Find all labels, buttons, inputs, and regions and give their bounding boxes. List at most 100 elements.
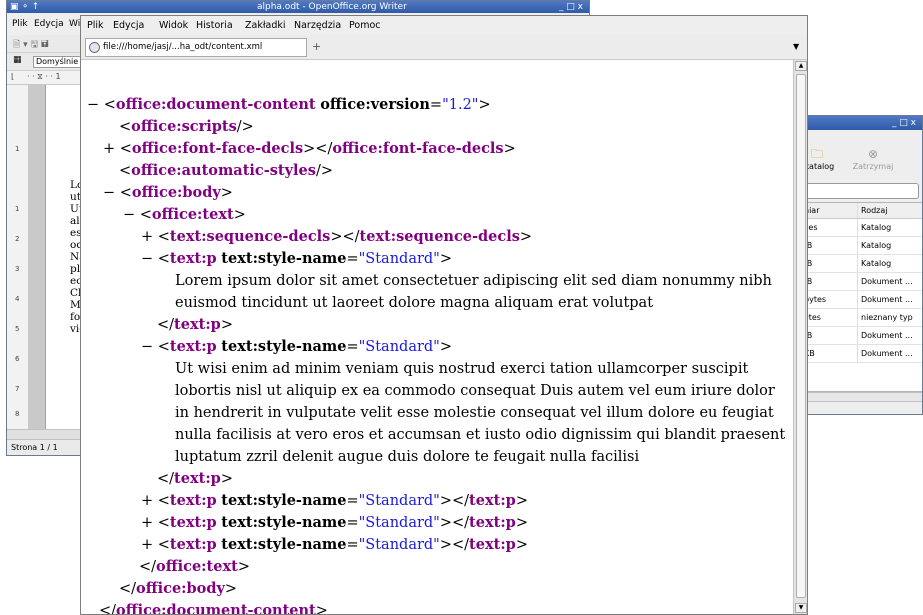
table-row[interactable]: KB Dokument ... [802, 345, 922, 363]
ruler-tick: 1 [15, 145, 20, 153]
attr-name: office:version [320, 96, 430, 113]
collapse-toggle[interactable]: − [141, 339, 153, 355]
xml-text-content: nulla facilisis at vero eros et accumsan… [175, 427, 786, 443]
ruler-tick: 2 [15, 235, 20, 243]
attr-value: "Standard" [358, 251, 440, 267]
filemgr-titlebar[interactable]: _ □ x [789, 116, 922, 130]
tag-name: text:p [469, 514, 516, 531]
attr-name: text:style-name [221, 250, 347, 267]
xml-line-document-content: − <office:document-content office:versio… [87, 96, 491, 113]
menu-pomoc[interactable]: Pomoc [349, 16, 381, 35]
scroll-up-icon[interactable]: ▲ [795, 61, 807, 71]
cell-size: bytes [804, 295, 827, 304]
menu-plik[interactable]: Plik [12, 13, 28, 35]
tab-content-xml[interactable]: file:///home/jasj/...ha_odt/content.xml [85, 38, 307, 57]
paragraph-style-select[interactable]: Domyślnie [33, 56, 81, 68]
attr-name: text:style-name [221, 492, 347, 509]
xml-text-content: lobortis nisl ut aliquip ex ea commodo c… [175, 383, 775, 399]
xml-line-font-face-decls: + <office:font-face-decls></office:font-… [103, 140, 516, 157]
tag-name: office:automatic-styles [131, 162, 316, 179]
attr-value: "Standard" [358, 537, 440, 553]
location-input[interactable] [803, 183, 919, 199]
xml-line-text: − <office:text> [123, 206, 246, 223]
cell-type: Dokument ... [857, 291, 922, 308]
new-tab-icon[interactable]: + [312, 40, 321, 53]
menu-widok[interactable]: Widok [159, 16, 188, 35]
attr-value: "1.2" [442, 97, 479, 113]
collapse-toggle[interactable]: − [141, 251, 153, 267]
menu-plik[interactable]: Plik [87, 16, 104, 35]
tag-name: text:p [169, 250, 217, 267]
tag-name: text:sequence-decls [359, 228, 520, 245]
xml-line-collapsed-p: + <text:p text:style-name="Standard"></t… [141, 492, 528, 509]
table-row[interactable]: :B Katalog [802, 237, 922, 255]
tag-name: office:body [131, 184, 221, 201]
tab-list-dropdown-icon[interactable]: ▼ [793, 42, 799, 51]
file-table: niar Rodzaj ces Katalog :B Katalog :B Katal… [801, 202, 922, 392]
xml-line-close-text: </office:text> [139, 558, 250, 575]
browser-window: Plik Edycja Widok Historia Zakładki Narz… [80, 15, 808, 615]
expand-toggle[interactable]: + [141, 537, 153, 553]
cell-size: :B [804, 277, 813, 286]
table-row[interactable]: :B Dokument ... [802, 273, 922, 291]
tag-name: office:font-face-decls [131, 140, 304, 157]
tag-name: office:font-face-decls [332, 140, 504, 157]
xml-text-content: Lorem ipsum dolor sit amet consectetuer … [175, 273, 772, 289]
tab-label: file:///home/jasj/...ha_odt/content.xml [103, 42, 263, 52]
xml-line-text-p: − <text:p text:style-name="Standard"> [141, 250, 453, 267]
cell-type: Dokument ... [857, 345, 922, 362]
table-row[interactable]: ytes nieznany typ [802, 309, 922, 327]
window-controls[interactable]: _ □ x [559, 1, 583, 13]
menu-narzedzia[interactable]: Narzędzia [294, 16, 341, 35]
cell-size: :B [804, 331, 813, 340]
xml-line-sequence-decls: + <text:sequence-decls></text:sequence-d… [141, 228, 533, 245]
xml-line-scripts: <office:scripts/> [119, 118, 254, 135]
new-document-icon[interactable]: 🗎 ▾ 🖫 🖬 [13, 37, 49, 53]
table-row[interactable]: ces Katalog [802, 219, 922, 237]
menu-zakladki[interactable]: Zakładki [245, 16, 286, 35]
expand-toggle[interactable]: + [103, 141, 115, 157]
cell-type: Katalog [857, 219, 922, 236]
stop-label: Zatrzymaj [852, 162, 894, 171]
tag-name: office:text [151, 206, 234, 223]
table-header: niar Rodzaj [802, 203, 922, 219]
collapse-toggle[interactable]: − [123, 207, 135, 223]
menu-edycja[interactable]: Edycja [34, 13, 64, 35]
collapse-toggle[interactable]: − [87, 97, 99, 113]
column-type[interactable]: Rodzaj [857, 203, 922, 218]
scrollbar-thumb[interactable] [796, 74, 806, 598]
table-row[interactable]: :B Dokument ... [802, 327, 922, 345]
window-controls[interactable]: _ □ x [892, 116, 916, 130]
menu-historia[interactable]: Historia [196, 16, 233, 35]
collapse-toggle[interactable]: − [103, 185, 115, 201]
column-size[interactable]: niar [804, 203, 852, 218]
table-row[interactable]: :B Katalog [802, 255, 922, 273]
menu-edycja[interactable]: Edycja [113, 16, 144, 35]
table-row[interactable]: bytes Dokument ... [802, 291, 922, 309]
expand-toggle[interactable]: + [141, 515, 153, 531]
ruler-tick: 7 [15, 385, 20, 393]
styles-icon[interactable]: ▦ [13, 55, 22, 65]
tab-stop-icon[interactable]: ⌊ [11, 72, 14, 81]
writer-titlebar[interactable]: ▣ ⚬ ↑ alpha.odt - OpenOffice.org Writer … [7, 1, 589, 13]
xml-line-collapsed-p: + <text:p text:style-name="Standard"></t… [141, 536, 528, 553]
expand-toggle[interactable]: + [141, 229, 153, 245]
tag-name: text:p [469, 536, 516, 553]
xml-line-collapsed-p: + <text:p text:style-name="Standard"></t… [141, 514, 528, 531]
scroll-down-icon[interactable]: ▼ [795, 603, 807, 613]
xml-viewer: − <office:document-content office:versio… [81, 60, 793, 614]
cell-type: nieznany typ [857, 309, 922, 326]
xml-line-close-p: </text:p> [157, 316, 233, 333]
window-menu-icon[interactable]: ▣ ⚬ ↑ [10, 1, 39, 13]
vertical-scrollbar[interactable]: ▲ ▼ [793, 60, 807, 614]
stop-icon: ⊗ [867, 147, 879, 161]
stop-button[interactable]: ⊗ Zatrzymaj [847, 146, 899, 171]
filemgr-horizontal-scrollbar[interactable] [801, 392, 922, 402]
tag-name: text:p [174, 470, 221, 487]
file-manager-window: _ □ x 🗀 j katalog ⊗ Zatrzymaj niar Rodza… [788, 115, 923, 415]
tag-name: text:p [169, 492, 217, 509]
tag-name: text:p [174, 316, 221, 333]
xml-text-content: in hendrerit in vulputate velit esse mol… [175, 405, 774, 421]
expand-toggle[interactable]: + [141, 493, 153, 509]
ruler-tick: 4 [15, 295, 20, 303]
